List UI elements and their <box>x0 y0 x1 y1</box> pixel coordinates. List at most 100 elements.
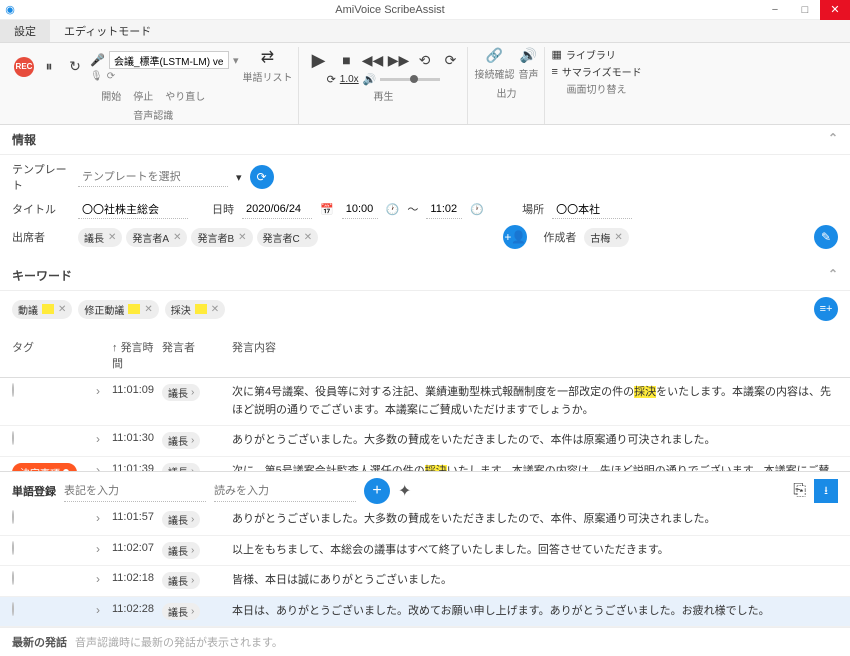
row-content[interactable]: 本日は、ありがとうございました。改めてお願い申し上げます。ありがとうございました… <box>232 603 838 621</box>
prev-button[interactable]: ◀◀ <box>361 49 383 71</box>
attendee-tag[interactable]: 発言者B✕ <box>191 228 252 247</box>
dropdown-icon[interactable]: ▾ <box>236 171 242 184</box>
wordlist-icon[interactable]: ⇄ <box>261 47 274 67</box>
connect-icon[interactable]: 🔗 <box>474 47 514 64</box>
maximize-button[interactable]: □ <box>790 0 820 20</box>
col-time[interactable]: ↑ 発言時間 <box>112 339 162 371</box>
pause-button[interactable]: ⏸ <box>38 56 60 78</box>
title-input[interactable] <box>78 199 188 219</box>
time-end-input[interactable] <box>426 199 462 219</box>
col-tag[interactable]: タグ <box>12 339 92 371</box>
info-header[interactable]: 情報 ⌃ <box>0 125 850 155</box>
summarize-icon[interactable]: ≡ <box>551 66 557 78</box>
speaker-tag[interactable]: 議長› <box>162 542 200 559</box>
attendee-tag[interactable]: 発言者A✕ <box>126 228 187 247</box>
remove-icon[interactable]: ✕ <box>58 304 66 315</box>
speaker-tag[interactable]: 議長› <box>162 384 200 401</box>
chevron-right-icon: › <box>191 514 194 525</box>
edit-creator-button[interactable]: ✎ <box>814 225 838 249</box>
speed-icon[interactable]: ⟳ <box>327 73 336 86</box>
time-start-input[interactable] <box>342 199 378 219</box>
volume-slider[interactable] <box>380 78 440 81</box>
mic-select[interactable] <box>109 51 229 69</box>
row-content[interactable]: 次に第4号議案、役員等に対する注記、業績連動型株式報酬制度を一部改定の件の採決を… <box>232 384 838 419</box>
record-button[interactable]: REC <box>14 57 34 77</box>
col-content[interactable]: 発言内容 <box>232 339 838 371</box>
creator-tag[interactable]: 古梅✕ <box>584 228 628 247</box>
forward-button[interactable]: ⟳ <box>439 49 461 71</box>
speaker-tag[interactable]: 議長› <box>162 572 200 589</box>
expand-icon[interactable]: › <box>92 384 100 398</box>
row-circle-icon[interactable] <box>12 571 14 585</box>
play-button[interactable]: ▶ <box>305 47 331 73</box>
row-circle-icon[interactable] <box>12 383 14 397</box>
surface-input[interactable] <box>64 480 206 502</box>
expand-icon[interactable]: › <box>92 572 100 586</box>
ai-suggest-button[interactable]: ✦ <box>398 481 411 501</box>
close-button[interactable]: ✕ <box>820 0 850 20</box>
col-speaker[interactable]: 発言者 <box>162 339 232 371</box>
add-keyword-button[interactable]: ≡+ <box>814 297 838 321</box>
tab-settings[interactable]: 設定 <box>0 20 50 42</box>
table-row[interactable]: › 11:01:09 議長› 次に第4号議案、役員等に対する注記、業績連動型株式… <box>0 378 850 426</box>
remove-icon[interactable]: ✕ <box>211 304 219 315</box>
expand-icon[interactable]: › <box>92 603 100 617</box>
keyword-header[interactable]: キーワード ⌃ <box>0 261 850 291</box>
attendee-tag[interactable]: 発言者C✕ <box>257 228 319 247</box>
reading-input[interactable] <box>214 480 356 502</box>
row-content[interactable]: 皆様、本日は誠にありがとうございました。 <box>232 572 838 590</box>
chevron-right-icon: › <box>191 435 194 446</box>
download-button[interactable]: ⭳ <box>814 479 838 503</box>
next-button[interactable]: ▶▶ <box>387 49 409 71</box>
speaker-tag[interactable]: 議長› <box>162 603 200 620</box>
row-circle-icon[interactable] <box>12 431 14 445</box>
keyword-tag[interactable]: 採決✕ <box>165 300 225 319</box>
tab-edit-mode[interactable]: エディットモード <box>50 20 165 42</box>
row-content[interactable]: ありがとうございました。大多数の賛成をいただきましたので、本件、原案通り可決され… <box>232 511 838 529</box>
calendar-icon[interactable]: 📅 <box>320 203 334 216</box>
remove-icon[interactable]: ✕ <box>304 232 312 243</box>
export-icon[interactable]: ⎘ <box>793 482 806 500</box>
remove-icon[interactable]: ✕ <box>108 232 116 243</box>
date-input[interactable] <box>242 199 312 219</box>
restart-small-icon[interactable]: ⟳ <box>107 71 115 82</box>
add-word-button[interactable]: + <box>364 478 390 504</box>
rewind-button[interactable]: ⟲ <box>413 49 435 71</box>
table-row[interactable]: › 11:01:30 議長› ありがとうございました。大多数の賛成をいただきまし… <box>0 426 850 457</box>
speaker-tag[interactable]: 議長› <box>162 432 200 449</box>
table-row[interactable]: › 11:02:07 議長› 以上をもちまして、本総会の議事はすべて終了いたしま… <box>0 536 850 567</box>
place-input[interactable] <box>552 199 632 219</box>
remove-icon[interactable]: ✕ <box>144 304 152 315</box>
row-content[interactable]: ありがとうございました。大多数の賛成をいただきましたので、本件は原案通り可決され… <box>232 432 838 450</box>
redo-button[interactable]: ↻ <box>64 56 86 78</box>
attendee-tag[interactable]: 議長✕ <box>78 228 122 247</box>
add-attendee-button[interactable]: +👤 <box>503 225 527 249</box>
row-time: 11:02:28 <box>112 603 162 615</box>
expand-icon[interactable]: › <box>92 511 100 525</box>
clock-icon[interactable]: 🕐 <box>470 203 484 216</box>
dropdown-icon[interactable]: ▾ <box>233 54 239 67</box>
table-row[interactable]: › 11:02:28 議長› 本日は、ありがとうございました。改めてお願い申し上… <box>0 597 850 628</box>
library-icon[interactable]: ▦ <box>551 48 561 61</box>
row-circle-icon[interactable] <box>12 541 14 555</box>
row-content[interactable]: 以上をもちまして、本総会の議事はすべて終了いたしました。回答させていただきます。 <box>232 542 838 560</box>
volume-icon[interactable]: 🔊 <box>363 73 377 86</box>
template-refresh-button[interactable]: ⟳ <box>250 165 274 189</box>
row-circle-icon[interactable] <box>12 510 14 524</box>
expand-icon[interactable]: › <box>92 432 100 446</box>
keyword-tag[interactable]: 動議✕ <box>12 300 72 319</box>
audio-out-icon[interactable]: 🔊 <box>518 47 538 64</box>
keyword-tag[interactable]: 修正動議✕ <box>78 300 158 319</box>
remove-icon[interactable]: ✕ <box>173 232 181 243</box>
table-row[interactable]: › 11:02:18 議長› 皆様、本日は誠にありがとうございました。 <box>0 566 850 597</box>
speed-value[interactable]: 1.0x <box>340 74 359 85</box>
template-select[interactable] <box>78 167 228 187</box>
remove-icon[interactable]: ✕ <box>238 232 246 243</box>
clock-icon[interactable]: 🕐 <box>386 203 400 216</box>
expand-icon[interactable]: › <box>92 542 100 556</box>
app-icon: ◉ <box>0 3 20 16</box>
minimize-button[interactable]: − <box>760 0 790 20</box>
speaker-tag[interactable]: 議長› <box>162 511 200 528</box>
stop-button[interactable]: ■ <box>335 49 357 71</box>
row-circle-icon[interactable] <box>12 602 14 616</box>
